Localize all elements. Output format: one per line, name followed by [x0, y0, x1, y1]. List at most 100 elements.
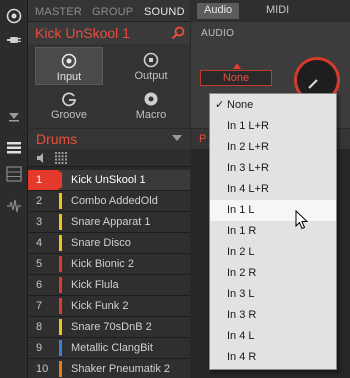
io-tabs: Audio MIDI	[191, 0, 350, 22]
menu-item-label: In 4 L	[227, 330, 255, 342]
menu-item-label: In 2 L+R	[227, 141, 269, 153]
left-view-toolbar	[0, 129, 28, 378]
audio-source-selector[interactable]: None	[200, 70, 272, 86]
sound-row[interactable]: 1 Kick UnSkool 1	[28, 170, 190, 191]
menu-item-label: In 4 R	[227, 351, 257, 363]
sound-name: Snare Disco	[71, 237, 131, 249]
page-groove-label: Groove	[50, 109, 88, 121]
sound-name: Kick UnSkool 1	[71, 174, 146, 186]
menu-item[interactable]: In 3 L	[210, 284, 336, 305]
waveform-icon[interactable]	[6, 198, 22, 214]
page-output-button[interactable]: Output	[117, 47, 185, 85]
menu-item[interactable]: In 4 L	[210, 326, 336, 347]
page-groove-button[interactable]: Groove	[35, 86, 103, 124]
tab-midi[interactable]: MIDI	[259, 3, 296, 19]
page-macro-button[interactable]: Macro	[117, 86, 185, 124]
group-panel: Drums 1 Kick UnSkool 1 2 Combo AddedOld 3 Sna…	[28, 129, 190, 378]
menu-item[interactable]: In 2 R	[210, 263, 336, 284]
menu-item-label: In 4 L+R	[227, 183, 269, 195]
menu-item[interactable]: In 1 L+R	[210, 116, 336, 137]
sound-row[interactable]: 10 Shaker Pneumatik 2	[28, 359, 190, 378]
sound-number: 1	[28, 170, 59, 190]
section-label: AUDIO	[201, 28, 235, 39]
sound-row[interactable]: 9 Metallic ClangBit	[28, 338, 190, 359]
sound-name: Snare 70sDnB 2	[71, 321, 152, 333]
page-output-label: Output	[134, 70, 168, 82]
menu-item-label: In 1 L	[227, 204, 255, 216]
sound-name: Kick Bionic 2	[71, 258, 134, 270]
menu-item[interactable]: In 3 R	[210, 305, 336, 326]
menu-item[interactable]: In 4 R	[210, 347, 336, 368]
menu-item-label: In 2 L	[227, 246, 255, 258]
sound-number: 3	[36, 216, 43, 228]
menu-item-label: None	[227, 99, 254, 111]
grid-view-icon[interactable]	[6, 166, 22, 182]
sound-row[interactable]: 3 Snare Apparat 1	[28, 212, 190, 233]
parameter-pages: Input Output Groove Macro	[28, 44, 190, 128]
checkmark-icon: ✓	[215, 99, 225, 111]
group-header[interactable]: Drums	[28, 129, 190, 149]
list-view-icon[interactable]	[6, 140, 22, 156]
sound-color-tag	[59, 172, 62, 188]
sound-number: 6	[36, 279, 43, 291]
mouse-cursor-icon	[295, 210, 309, 230]
header-tabs: MASTER GROUP SOUND	[28, 0, 190, 22]
group-name: Drums	[36, 131, 78, 147]
plug-icon[interactable]	[6, 32, 22, 48]
power-icon[interactable]	[6, 8, 22, 24]
sound-name: Shaker Pneumatik 2	[71, 363, 171, 375]
sound-number: 4	[36, 237, 43, 249]
sound-row[interactable]: 7 Kick Funk 2	[28, 296, 190, 317]
menu-item[interactable]: In 3 L+R	[210, 158, 336, 179]
audio-source-menu: ✓ None In 1 L+R In 2 L+R In 3 L+R In 4 L+R In …	[209, 93, 337, 370]
sound-row[interactable]: 2 Combo AddedOld	[28, 191, 190, 212]
page-input-button[interactable]: Input	[35, 47, 103, 85]
sound-color-tag	[59, 340, 62, 356]
sound-color-tag	[59, 256, 62, 272]
sound-number: 7	[36, 300, 43, 312]
menu-item-label: In 1 L+R	[227, 120, 269, 132]
search-icon[interactable]	[171, 26, 185, 40]
group-dropdown-icon[interactable]	[172, 135, 182, 141]
sound-number: 2	[36, 195, 43, 207]
tab-audio[interactable]: Audio	[197, 3, 240, 19]
menu-item[interactable]: In 1 R	[210, 221, 336, 242]
pattern-label: P	[199, 133, 207, 145]
macro-icon	[144, 92, 158, 106]
sound-color-tag	[59, 361, 62, 377]
sound-color-tag	[59, 277, 62, 293]
sound-number: 5	[36, 258, 43, 270]
tab-master[interactable]: MASTER	[35, 6, 82, 18]
sound-name-bar: Kick UnSkool 1	[28, 22, 190, 44]
sound-color-tag	[59, 193, 62, 209]
sound-number: 8	[36, 321, 43, 333]
menu-item-label: In 2 R	[227, 267, 257, 279]
sound-name: Combo AddedOld	[71, 195, 158, 207]
menu-item[interactable]: In 2 L+R	[210, 137, 336, 158]
page-input-label: Input	[56, 71, 82, 83]
sound-color-tag	[59, 235, 62, 251]
sound-row[interactable]: 8 Snare 70sDnB 2	[28, 317, 190, 338]
grid-pads-icon[interactable]	[55, 152, 67, 164]
sound-number: 10	[36, 363, 49, 375]
group-tools	[28, 149, 190, 167]
menu-item[interactable]: In 2 L	[210, 242, 336, 263]
speaker-icon[interactable]	[36, 152, 48, 164]
sound-color-tag	[59, 319, 62, 335]
page-macro-label: Macro	[135, 109, 167, 121]
sound-row[interactable]: 5 Kick Bionic 2	[28, 254, 190, 275]
output-icon	[143, 52, 159, 68]
sound-row[interactable]: 6 Kick Flula	[28, 275, 190, 296]
tab-group[interactable]: GROUP	[92, 6, 133, 18]
menu-item[interactable]: In 1 L	[210, 200, 336, 221]
tab-sound[interactable]: SOUND	[144, 6, 185, 18]
groove-icon	[62, 92, 77, 107]
selector-arrow-icon	[233, 63, 241, 69]
menu-item[interactable]: ✓ None	[210, 95, 336, 116]
menu-item[interactable]: In 4 L+R	[210, 179, 336, 200]
input-icon	[61, 53, 77, 69]
collapse-icon[interactable]	[6, 108, 22, 124]
left-toolbar	[0, 0, 28, 128]
sound-name[interactable]: Kick UnSkool 1	[35, 25, 130, 41]
sound-row[interactable]: 4 Snare Disco	[28, 233, 190, 254]
